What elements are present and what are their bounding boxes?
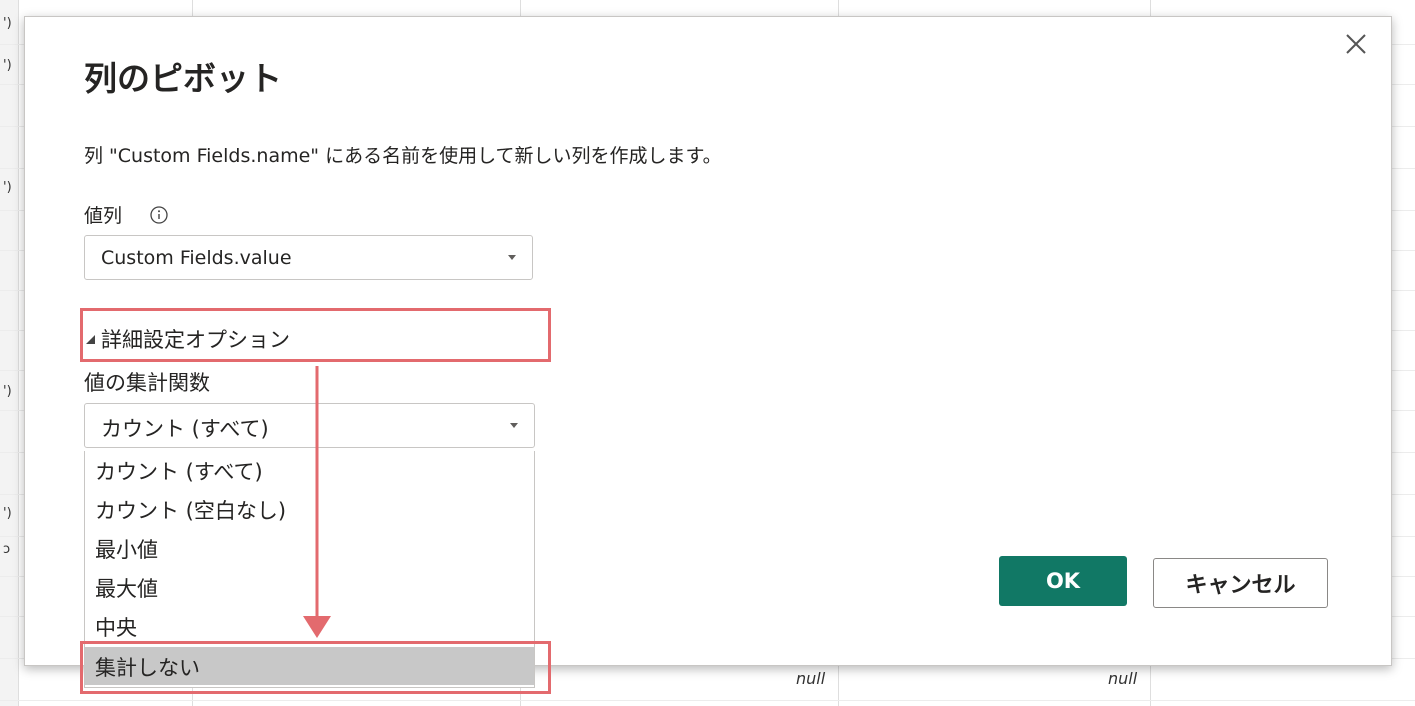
close-icon bbox=[1346, 34, 1366, 54]
option-minimum[interactable]: 最小値 bbox=[85, 529, 534, 567]
row-mark: ') bbox=[3, 180, 12, 195]
info-icon[interactable] bbox=[148, 204, 170, 226]
advanced-options-label: 詳細設定オプション bbox=[101, 328, 290, 352]
cancel-button[interactable]: キャンセル bbox=[1153, 558, 1328, 608]
dialog-description: 列 "Custom Fields.name" にある名前を使用して新しい列を作成… bbox=[84, 145, 722, 167]
values-column-value: Custom Fields.value bbox=[101, 247, 292, 269]
triangle-icon bbox=[86, 335, 95, 344]
aggregate-function-value: カウント (すべて) bbox=[101, 417, 269, 441]
values-column-select[interactable]: Custom Fields.value bbox=[84, 235, 533, 280]
row-mark: ') bbox=[3, 384, 12, 399]
aggregate-function-label: 値の集計関数 bbox=[84, 371, 210, 395]
option-count-all[interactable]: カウント (すべて) bbox=[85, 451, 534, 489]
row-mark: ') bbox=[3, 58, 12, 73]
option-count-not-blank[interactable]: カウント (空白なし) bbox=[85, 490, 534, 528]
aggregate-options-list: カウント (すべて) カウント (空白なし) 最小値 最大値 中央 集計しない bbox=[84, 451, 535, 688]
null-cell: null bbox=[1108, 669, 1138, 688]
aggregate-function-select[interactable]: カウント (すべて) bbox=[84, 403, 535, 448]
row-mark: ɔ bbox=[3, 542, 11, 557]
row-divider bbox=[0, 700, 1415, 701]
chevron-down-icon bbox=[508, 255, 516, 260]
null-cell: null bbox=[796, 669, 826, 688]
option-do-not-aggregate[interactable]: 集計しない bbox=[85, 647, 534, 685]
row-gutter bbox=[0, 0, 19, 706]
option-maximum[interactable]: 最大値 bbox=[85, 568, 534, 606]
dialog-title: 列のピボット bbox=[84, 59, 282, 98]
chevron-down-icon bbox=[510, 423, 518, 428]
values-column-label: 値列 bbox=[84, 205, 123, 227]
ok-button[interactable]: OK bbox=[999, 556, 1127, 606]
option-median[interactable]: 中央 bbox=[85, 607, 534, 645]
row-mark: ') bbox=[3, 16, 12, 31]
close-button[interactable] bbox=[1340, 28, 1372, 60]
row-mark: ') bbox=[3, 506, 12, 521]
